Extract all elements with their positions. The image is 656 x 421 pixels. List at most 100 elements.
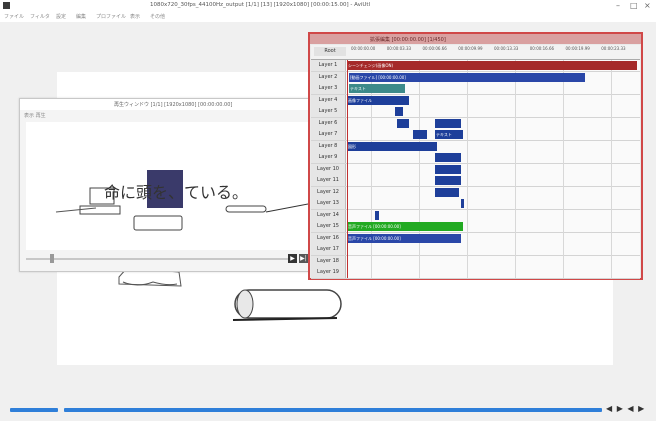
layer-label[interactable]: Layer 4	[311, 94, 346, 106]
ruler-tick-label: 00:00:03.33	[386, 46, 412, 51]
line-sketch	[265, 203, 309, 213]
shape-sketch	[133, 215, 183, 231]
seek-slider-track[interactable]	[26, 258, 288, 260]
timeline-clip-block[interactable]	[409, 141, 419, 151]
layer-label[interactable]: Layer 5	[311, 106, 346, 117]
layer-label[interactable]: Layer 10	[311, 163, 346, 175]
timeline-grid-line	[563, 60, 564, 278]
menu-item[interactable]: 表示	[130, 13, 140, 20]
timeline-clip-block[interactable]	[435, 187, 459, 197]
timeline-clip[interactable]	[435, 118, 461, 128]
timeline-layer-row[interactable]: Layer 19	[311, 267, 640, 279]
timeline-grid-line	[611, 60, 612, 278]
timeline-clip-block[interactable]	[397, 118, 409, 128]
next-frame-button[interactable]: ▶|	[299, 254, 308, 263]
timeline-clip[interactable]: 画像ファイル	[347, 95, 409, 105]
layer-label[interactable]: Layer 16	[311, 232, 346, 244]
timeline-clip[interactable]: 図形	[347, 141, 437, 151]
app-icon	[3, 2, 10, 9]
frame-bar-segment[interactable]	[10, 408, 58, 412]
menu-item[interactable]: プロファイル	[96, 13, 126, 20]
timeline-window[interactable]: 拡張編集 [00:00:00.00] [1/450] Root 00:00:00…	[308, 32, 643, 280]
minimize-icon[interactable]: –	[616, 1, 620, 10]
layer-label[interactable]: Layer 17	[311, 244, 346, 255]
timeline-clip[interactable]: テキスト	[435, 130, 463, 139]
playback-window[interactable]: 再生ウィンドウ [1/1] [1920x1080] [00:00:00.00] …	[19, 98, 315, 272]
layer-label[interactable]: Layer 19	[311, 267, 346, 278]
timeline-ruler[interactable]: Root 00:00:00.00 00:00:03.33 00:00:06.66 00…	[311, 45, 640, 60]
timeline-title: 拡張編集 [00:00:00.00] [1/450]	[370, 37, 446, 43]
layer-label[interactable]: Layer 3	[311, 83, 346, 94]
timeline-layer-row[interactable]: Layer 9	[311, 152, 640, 164]
layer-label[interactable]: Layer 13	[311, 198, 346, 209]
frame-nav-icons[interactable]: ◀ ▶ ◀ ▶	[606, 404, 645, 413]
ruler-tick-label: 00:00:09.99	[458, 46, 483, 51]
shape-sketch	[79, 205, 121, 215]
layer-label[interactable]: Layer 12	[311, 186, 346, 198]
playback-window-title-bar: 再生ウィンドウ [1/1] [1920x1080] [00:00:00.00]	[20, 99, 314, 110]
window-title: 1080x720_30fps_44100Hz_output [1/1] [13]…	[150, 2, 371, 8]
timeline-layer-row[interactable]: Layer 11	[311, 175, 640, 187]
timeline-clip-block[interactable]	[435, 153, 461, 162]
timeline-grid-line	[419, 60, 420, 278]
layer-label[interactable]: Layer 14	[311, 209, 346, 221]
layer-label[interactable]: Layer 7	[311, 129, 346, 140]
timeline-title-bar: 拡張編集 [00:00:00.00] [1/450]	[310, 34, 641, 44]
timeline-clip-block[interactable]	[413, 130, 427, 139]
timeline-layer-row[interactable]: Layer 14	[311, 209, 640, 222]
cylinder-end	[236, 289, 254, 319]
layer-label[interactable]: Layer 11	[311, 175, 346, 186]
maximize-icon[interactable]: □	[630, 1, 638, 10]
playback-window-title: 再生ウィンドウ [1/1] [1920x1080] [00:00:00.00]	[114, 102, 233, 108]
frame-bar-segment[interactable]	[64, 408, 602, 412]
playback-window-menu[interactable]: 表示 再生	[24, 112, 46, 119]
menu-item[interactable]: その他	[150, 13, 165, 20]
menu-item[interactable]: フィルタ	[30, 13, 50, 20]
timeline-clip[interactable]: 音声ファイル [00:00:00.00]	[347, 233, 461, 243]
shape-sketch	[225, 205, 267, 213]
timeline-layer-row[interactable]: Layer 7	[311, 129, 640, 141]
layer-label[interactable]: Layer 1	[311, 60, 346, 71]
layer-label[interactable]: Layer 6	[311, 117, 346, 129]
layer-label[interactable]: Layer 8	[311, 140, 346, 152]
timeline-layer-row[interactable]: Layer 12	[311, 186, 640, 199]
ruler-tick-label: 00:00:16.66	[529, 46, 555, 51]
playhead-cursor[interactable]	[347, 60, 348, 278]
seek-slider-handle[interactable]	[50, 254, 54, 263]
timeline-clip[interactable]: テキスト	[349, 84, 405, 93]
timeline-clip-block[interactable]	[435, 164, 461, 174]
timeline-clip[interactable]: 音声ファイル [00:00:00.00]	[347, 222, 463, 231]
menu-item[interactable]: 編集	[76, 13, 86, 20]
menu-item[interactable]: ファイル	[4, 13, 24, 20]
ruler-tick-label: 00:00:06.66	[422, 46, 447, 51]
play-button[interactable]: ▶	[288, 254, 297, 263]
menu-item[interactable]: 設定	[56, 13, 66, 20]
layer-label[interactable]: Layer 15	[311, 221, 346, 232]
timeline-layer-row[interactable]: Layer 6	[311, 117, 640, 130]
timeline-layer-row[interactable]: Layer 10	[311, 163, 640, 176]
ruler-tick-label: 00:00:19.99	[565, 46, 590, 51]
frame-position-bar[interactable]	[10, 408, 608, 414]
timeline-clip-block[interactable]	[435, 176, 461, 185]
timeline-layer-row[interactable]: Layer 5	[311, 106, 640, 118]
menu-bar: ファイル フィルタ 設定 編集 プロファイル 表示 その他	[0, 12, 656, 22]
timeline-layer-row[interactable]: Layer 18	[311, 255, 640, 268]
timeline-clip[interactable]: [動画ファイル] [00:00:00.00]	[349, 72, 585, 82]
layer-label[interactable]: Layer 9	[311, 152, 346, 163]
timeline-clip-block[interactable]	[395, 107, 403, 116]
layer-label[interactable]: Layer 2	[311, 71, 346, 83]
timeline-clip[interactable]: シーンチェンジ(画像ON)	[347, 61, 637, 70]
scene-selector[interactable]: Root	[314, 47, 346, 56]
layer-label[interactable]: Layer 18	[311, 255, 346, 267]
timeline-layer-row[interactable]: Layer 17	[311, 244, 640, 256]
close-icon[interactable]: ×	[644, 1, 651, 10]
ruler-tick-label: 00:00:13.33	[494, 46, 519, 51]
timeline-clip-block[interactable]	[461, 199, 464, 208]
timeline-layers[interactable]: Layer 1 Layer 2 Layer 3 Layer 4 Layer 5 Layer…	[311, 60, 640, 279]
subtitle-text: 命に頭を、ている。	[104, 183, 249, 202]
timeline-clip-block[interactable]	[375, 210, 379, 220]
timeline-layer-row[interactable]: Layer 13	[311, 198, 640, 210]
timeline-grid-line	[467, 60, 468, 278]
main-title-bar: 1080x720_30fps_44100Hz_output [1/1] [13]…	[0, 0, 656, 12]
ruler-tick-label: 00:00:23.33	[601, 46, 626, 51]
